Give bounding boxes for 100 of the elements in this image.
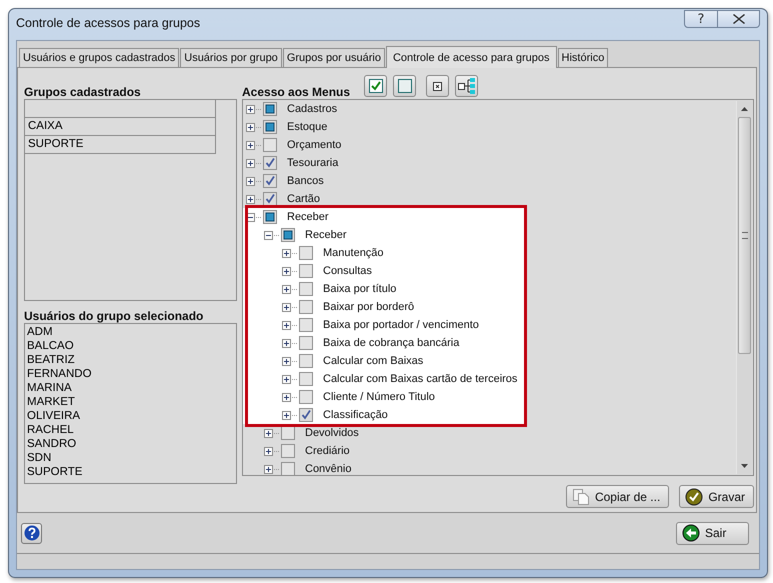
- toolbar-button[interactable]: [426, 75, 450, 97]
- checkbox[interactable]: [281, 426, 295, 440]
- tree-item[interactable]: Devolvidos: [305, 427, 359, 439]
- expand-toggle[interactable]: [246, 104, 255, 114]
- tree-item[interactable]: Classificação: [323, 409, 388, 421]
- list-item[interactable]: SANDRO: [27, 437, 234, 451]
- list-item[interactable]: MARINA: [27, 381, 234, 395]
- help-button[interactable]: [21, 522, 42, 544]
- grid-row[interactable]: [25, 100, 216, 118]
- tree-row[interactable]: Orçamento: [243, 136, 736, 154]
- tree-item[interactable]: Receber: [305, 229, 347, 241]
- checkbox[interactable]: [263, 102, 277, 116]
- grid-cell[interactable]: SUPORTE: [25, 136, 216, 154]
- tree-item[interactable]: Baixa por portador / vencimento: [323, 319, 479, 331]
- expand-toggle[interactable]: [282, 320, 291, 330]
- tree-row[interactable]: Cartão: [243, 190, 736, 208]
- tree-item[interactable]: Baixar por borderô: [323, 301, 414, 313]
- tab[interactable]: Usuários por grupo: [180, 48, 282, 67]
- tree-item[interactable]: Cartão: [287, 193, 320, 205]
- tree-row[interactable]: Estoque: [243, 118, 736, 136]
- checkbox[interactable]: [263, 120, 277, 134]
- expand-toggle[interactable]: [246, 176, 255, 186]
- toolbar-button[interactable]: [393, 75, 416, 97]
- checkbox[interactable]: [299, 354, 313, 368]
- expand-toggle[interactable]: [282, 410, 291, 420]
- expand-toggle[interactable]: [246, 122, 255, 132]
- exit-button[interactable]: Sair: [676, 522, 749, 544]
- checkbox[interactable]: [263, 174, 277, 188]
- grid-cell[interactable]: CAIXA: [25, 118, 216, 136]
- list-item[interactable]: BEATRIZ: [27, 353, 234, 367]
- list-item[interactable]: SDN: [27, 451, 234, 465]
- tab[interactable]: Controle de acesso para grupos: [386, 46, 557, 68]
- tree-row[interactable]: Tesouraria: [243, 154, 736, 172]
- checkbox[interactable]: [263, 192, 277, 206]
- checkbox[interactable]: [299, 318, 313, 332]
- tree-row[interactable]: Bancos: [243, 172, 736, 190]
- expand-toggle[interactable]: [282, 356, 291, 366]
- tree-item[interactable]: Cadastros: [287, 103, 338, 115]
- expand-toggle[interactable]: [246, 140, 255, 150]
- checkbox[interactable]: [299, 264, 313, 278]
- tree-item[interactable]: Calcular com Baixas cartão de terceiros: [323, 373, 518, 385]
- expand-toggle[interactable]: [282, 284, 291, 294]
- toolbar-button[interactable]: [364, 75, 388, 97]
- scroll-down-icon[interactable]: [741, 464, 748, 468]
- tree-item[interactable]: Tesouraria: [287, 157, 338, 169]
- scroll-thumb[interactable]: [738, 117, 751, 354]
- tree-item[interactable]: Baixa de cobrança bancária: [323, 337, 460, 349]
- checkbox[interactable]: [299, 282, 313, 296]
- collapse-toggle[interactable]: [264, 230, 273, 240]
- checkbox[interactable]: [281, 462, 295, 475]
- expand-toggle[interactable]: [282, 248, 291, 258]
- expand-toggle[interactable]: [264, 446, 273, 456]
- tree-row[interactable]: Crediário: [243, 442, 736, 460]
- help-button[interactable]: ?: [684, 10, 718, 28]
- expand-toggle[interactable]: [264, 464, 273, 474]
- expand-toggle[interactable]: [246, 158, 255, 168]
- tree-item[interactable]: Crediário: [305, 445, 350, 457]
- checkbox[interactable]: [263, 156, 277, 170]
- checkbox[interactable]: [299, 390, 313, 404]
- list-item[interactable]: SUPORTE: [27, 465, 234, 479]
- tree-item[interactable]: Orçamento: [287, 139, 342, 151]
- checkbox[interactable]: [299, 336, 313, 350]
- scrollbar[interactable]: [736, 101, 752, 474]
- copy-button[interactable]: Copiar de ...: [566, 485, 670, 508]
- checkbox[interactable]: [281, 228, 295, 242]
- tree-item[interactable]: Calcular com Baixas: [323, 355, 424, 367]
- tree-item[interactable]: Manutenção: [323, 247, 384, 259]
- scroll-up-icon[interactable]: [741, 107, 748, 111]
- save-button[interactable]: Gravar: [679, 485, 754, 508]
- expand-toggle[interactable]: [282, 338, 291, 348]
- expand-toggle[interactable]: [282, 302, 291, 312]
- tree-item[interactable]: Estoque: [287, 121, 328, 133]
- tree-item[interactable]: Convênio: [305, 463, 352, 475]
- close-button[interactable]: [718, 10, 760, 28]
- expand-toggle[interactable]: [282, 392, 291, 402]
- list-item[interactable]: BALCAO: [27, 339, 234, 353]
- toolbar-button[interactable]: [455, 75, 478, 97]
- tree-row[interactable]: Devolvidos: [243, 424, 736, 442]
- list-item[interactable]: ADM: [27, 325, 234, 339]
- list-item[interactable]: RACHEL: [27, 423, 234, 437]
- tree-item[interactable]: Bancos: [287, 175, 324, 187]
- collapse-toggle[interactable]: [246, 212, 255, 222]
- expand-toggle[interactable]: [282, 374, 291, 384]
- tab[interactable]: Grupos por usuário: [282, 48, 385, 67]
- tree-row[interactable]: Convênio: [243, 460, 736, 475]
- expand-toggle[interactable]: [264, 428, 273, 438]
- list-item[interactable]: MARKET: [27, 395, 234, 409]
- checkbox[interactable]: [263, 210, 277, 224]
- checkbox[interactable]: [263, 138, 277, 152]
- checkbox[interactable]: [299, 300, 313, 314]
- checkbox[interactable]: [299, 246, 313, 260]
- tab[interactable]: Usuários e grupos cadastrados: [19, 48, 180, 67]
- tree-row[interactable]: Cadastros: [243, 100, 736, 118]
- checkbox[interactable]: [299, 372, 313, 386]
- tab[interactable]: Histórico: [558, 48, 608, 67]
- list-item[interactable]: OLIVEIRA: [27, 409, 234, 423]
- tree-item[interactable]: Consultas: [323, 265, 372, 277]
- list-item[interactable]: FERNANDO: [27, 367, 234, 381]
- expand-toggle[interactable]: [282, 266, 291, 276]
- tree-item[interactable]: Cliente / Número Titulo: [323, 391, 435, 403]
